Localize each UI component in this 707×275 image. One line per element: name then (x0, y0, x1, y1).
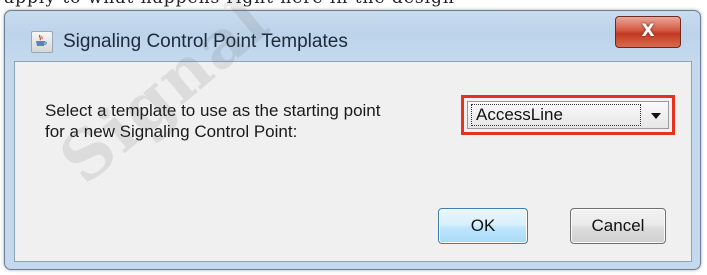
cancel-button[interactable]: Cancel (570, 208, 666, 244)
page-header-strip: apply to what happens right here in the … (0, 0, 707, 10)
java-cup-icon-graphic (36, 34, 47, 46)
prompt-line-2: for a new Signaling Control Point: (45, 122, 298, 141)
page-header-text: apply to what happens right here in the … (4, 0, 455, 8)
ok-button[interactable]: OK (438, 208, 528, 244)
close-button[interactable]: X (615, 16, 681, 48)
template-select-value: AccessLine (471, 104, 641, 126)
chevron-down-icon[interactable] (651, 113, 661, 119)
dialog-content: Select a template to use as the starting… (14, 61, 692, 262)
template-select-highlight: AccessLine (461, 95, 675, 135)
dialog-title: Signaling Control Point Templates (63, 31, 348, 52)
dialog-window: Signaling Control Point Templates X Sele… (4, 10, 701, 270)
prompt-line-1: Select a template to use as the starting… (45, 101, 381, 120)
template-select[interactable]: AccessLine (467, 101, 669, 129)
template-prompt: Select a template to use as the starting… (45, 100, 380, 142)
java-cup-icon (31, 31, 53, 53)
title-bar[interactable]: Signaling Control Point Templates X (5, 11, 700, 61)
